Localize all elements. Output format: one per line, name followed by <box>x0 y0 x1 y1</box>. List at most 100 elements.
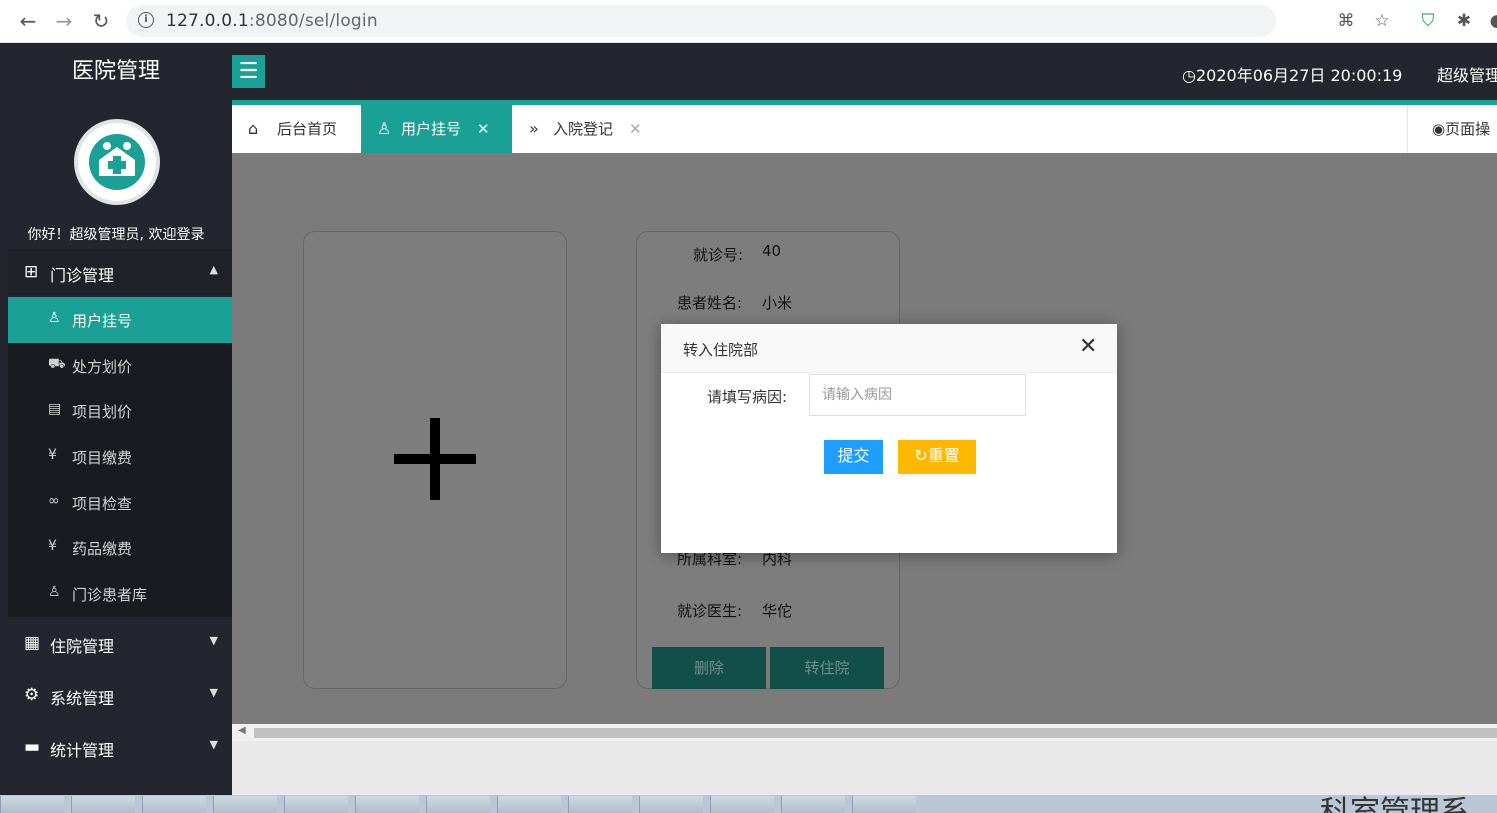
url-host: 127.0.0.1 <box>166 11 249 31</box>
sidebar-item-label: 用户挂号 <box>72 312 133 330</box>
patient-name-label: 患者姓名: <box>677 294 743 312</box>
sidebar-item-item-payment[interactable]: ¥ 项目缴费 <box>8 434 232 480</box>
address-bar[interactable]: i 127.0.0.1:8080/sel/login <box>126 5 1276 37</box>
refresh-icon: ↻ <box>914 448 928 465</box>
scrollbar-thumb[interactable] <box>254 728 1497 738</box>
info-icon[interactable]: i <box>138 12 154 28</box>
star-icon[interactable]: ☆ <box>1371 10 1393 32</box>
tab-label: 后台首页 <box>277 120 338 138</box>
reset-button[interactable]: ↻重置 <box>898 440 976 474</box>
building-icon: ▦ <box>24 633 41 653</box>
menu-group-outpatient[interactable]: ⊞ 门诊管理 ▲ <box>8 249 232 295</box>
header-user-menu[interactable]: 超级管理 <box>1437 62 1497 86</box>
sidebar-item-label: 项目划价 <box>72 403 133 422</box>
close-icon[interactable]: ✕ <box>629 105 642 153</box>
cart-icon: ⛟ <box>48 355 66 372</box>
reset-label: 重置 <box>927 448 960 465</box>
document-icon: ▤ <box>48 401 62 418</box>
sidebar-item-patient-library[interactable]: ♙ 门诊患者库 <box>8 571 232 617</box>
add-card-button[interactable] <box>303 231 567 689</box>
translate-icon[interactable]: ⌘ <box>1335 10 1357 32</box>
sidebar-item-registration[interactable]: ♙ 用户挂号 <box>8 297 232 343</box>
back-icon[interactable]: ← <box>15 9 41 35</box>
app-logo: 医院管理 <box>71 59 160 84</box>
close-icon[interactable]: ✕ <box>1079 336 1097 358</box>
user-icon: ♙ <box>48 584 61 601</box>
sidebar-item-prescription-pricing[interactable]: ⛟ 处方划价 <box>8 343 232 389</box>
chevron-down-icon: ▼ <box>209 686 218 699</box>
url-text: 127.0.0.1:8080/sel/login <box>166 11 378 31</box>
radio-icon: ◉ <box>1432 120 1446 138</box>
puzzle-icon[interactable]: ✱ <box>1453 10 1475 32</box>
dialog-title: 转入住院部 <box>683 341 759 359</box>
sidebar-item-item-pricing[interactable]: ▤ 项目划价 <box>8 388 232 434</box>
sidebar-item-label: 项目缴费 <box>72 449 133 468</box>
sidebar-item-label: 门诊患者库 <box>72 586 148 605</box>
taskbar-app[interactable] <box>568 796 632 813</box>
taskbar-app[interactable] <box>497 796 561 813</box>
taskbar-start[interactable] <box>0 796 64 813</box>
taskbar-app[interactable] <box>142 796 206 813</box>
taskbar-app[interactable] <box>284 796 348 813</box>
transfer-inpatient-button[interactable]: 转住院 <box>770 647 884 689</box>
taskbar-app[interactable] <box>426 796 490 813</box>
chevron-up-icon: ▲ <box>209 263 218 276</box>
monitor-icon: ▬ <box>24 737 41 757</box>
page-operations-menu[interactable]: ◉页面操 <box>1407 105 1497 153</box>
horizontal-scrollbar[interactable]: ◀ <box>232 724 1497 741</box>
yen-icon: ¥ <box>48 538 57 555</box>
taskbar-app[interactable] <box>852 796 916 813</box>
os-taskbar <box>0 795 1497 813</box>
outpatient-submenu: ♙ 用户挂号 ⛟ 处方划价 ▤ 项目划价 ¥ 项目缴费 ∞ 项目检查 ¥ 药品缴… <box>8 297 232 617</box>
taskbar-app[interactable] <box>71 796 135 813</box>
taskbar-app[interactable] <box>710 796 774 813</box>
tab-label: 用户挂号 <box>401 120 462 138</box>
sidebar-item-label: 处方划价 <box>72 357 133 376</box>
menu-group-statistics[interactable]: ▬ 统计管理 ▼ <box>8 724 232 770</box>
clock-icon: ◷ <box>1182 66 1196 85</box>
avatar <box>74 119 160 205</box>
patient-name-value: 小米 <box>762 294 793 312</box>
sidebar-item-drug-payment[interactable]: ¥ 药品缴费 <box>8 525 232 571</box>
header-datetime: ◷2020年06月27日 20:00:19 <box>1182 62 1402 86</box>
reload-icon[interactable]: ↻ <box>88 9 114 35</box>
sidebar-item-label: 药品缴费 <box>72 540 133 559</box>
yen-icon: ¥ <box>48 447 57 464</box>
visit-no-label: 就诊号: <box>693 246 744 264</box>
tab-home[interactable]: ⌂ 后台首页 <box>232 105 360 153</box>
menu-group-label: 门诊管理 <box>50 266 115 285</box>
sidebar-item-item-check[interactable]: ∞ 项目检查 <box>8 480 232 526</box>
dialog-header: 转入住院部 ✕ <box>661 324 1117 373</box>
grid-icon: ⊞ <box>24 262 39 282</box>
link-icon: ∞ <box>48 492 60 509</box>
taskbar-app[interactable] <box>213 796 277 813</box>
scroll-left-icon[interactable]: ◀ <box>238 725 246 736</box>
doctor-value: 华佗 <box>762 602 793 620</box>
user-icon: ♙ <box>48 310 61 326</box>
illness-cause-input[interactable] <box>809 374 1026 416</box>
tab-registration[interactable]: ♙ 用户挂号 ✕ <box>361 105 512 153</box>
menu-group-label: 系统管理 <box>50 689 115 708</box>
close-icon[interactable]: ✕ <box>477 105 490 153</box>
taskbar-app[interactable] <box>639 796 703 813</box>
profile-icon[interactable]: ● <box>1486 10 1497 32</box>
shield-icon[interactable]: ⛉ <box>1417 10 1439 32</box>
visit-no-value: 40 <box>762 242 782 260</box>
delete-button[interactable]: 删除 <box>652 647 766 689</box>
tab-bar: ⌂ 后台首页 ♙ 用户挂号 ✕ » 入院登记 ✕ <box>232 105 1497 153</box>
datetime-text: 2020年06月27日 20:00:19 <box>1195 66 1403 85</box>
taskbar-app[interactable] <box>355 796 419 813</box>
submit-button[interactable]: 提交 <box>824 440 883 474</box>
menu-toggle-button[interactable]: ☰ <box>232 55 265 88</box>
chevron-down-icon: ▼ <box>209 738 218 751</box>
browser-toolbar: ← → ↻ i 127.0.0.1:8080/sel/login ⌘ ☆ ⛉ ✱… <box>0 0 1497 43</box>
gear-icon: ⚙ <box>24 685 40 705</box>
sidebar-item-label: 项目检查 <box>72 494 133 513</box>
tab-admission[interactable]: » 入院登记 ✕ <box>513 105 653 153</box>
menu-group-system[interactable]: ⚙ 系统管理 ▼ <box>8 672 232 718</box>
taskbar-app[interactable] <box>781 796 845 813</box>
forward-icon[interactable]: → <box>51 9 77 35</box>
chevron-down-icon: ▼ <box>209 634 218 647</box>
app-header: 医院管理 ☰ ◷2020年06月27日 20:00:19 超级管理 <box>0 43 1497 100</box>
menu-group-inpatient[interactable]: ▦ 住院管理 ▼ <box>8 620 232 666</box>
